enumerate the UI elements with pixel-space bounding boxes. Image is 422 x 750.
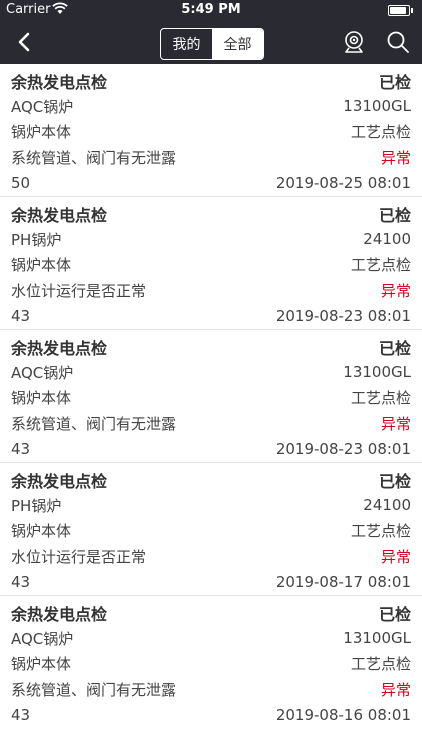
list-item[interactable]: 余热发电点检 已检 PH锅炉 24100 锅炉本体 工艺点检 水位计运行是否正常 异常 …: [0, 197, 422, 330]
record-count: 43: [11, 573, 31, 592]
record-status: 已检: [378, 338, 411, 358]
record-equipment: PH锅炉: [11, 230, 62, 249]
record-item: 系统管道、阀门有无泄露: [11, 149, 177, 168]
record-code: 13100GL: [343, 97, 411, 116]
record-part: 锅炉本体: [11, 256, 72, 275]
tab-all[interactable]: 全部: [212, 29, 263, 59]
battery-icon: [388, 5, 413, 16]
record-item: 水位计运行是否正常: [11, 548, 147, 567]
inspection-list: 余热发电点检 已检 AQC锅炉 13100GL 锅炉本体 工艺点检 系统管道、阀门有无…: [0, 64, 422, 729]
record-code: 24100: [363, 496, 411, 515]
record-result: 异常: [380, 548, 411, 567]
record-status: 已检: [378, 72, 411, 92]
record-status: 已检: [378, 471, 411, 491]
record-type: 工艺点检: [350, 522, 411, 541]
record-datetime: 2019-08-16 08:01: [275, 706, 411, 725]
record-title: 余热发电点检: [11, 338, 108, 358]
record-type: 工艺点检: [350, 123, 411, 142]
record-count: 43: [11, 706, 31, 725]
record-part: 锅炉本体: [11, 123, 72, 142]
record-count: 43: [11, 440, 31, 459]
camera-icon[interactable]: [342, 30, 366, 54]
record-title: 余热发电点检: [11, 205, 108, 225]
record-status: 已检: [378, 604, 411, 624]
record-result: 异常: [380, 415, 411, 434]
record-item: 系统管道、阀门有无泄露: [11, 415, 177, 434]
record-part: 锅炉本体: [11, 655, 72, 674]
record-result: 异常: [380, 149, 411, 168]
list-item[interactable]: 余热发电点检 已检 PH锅炉 24100 锅炉本体 工艺点检 水位计运行是否正常 异常 …: [0, 463, 422, 596]
search-icon[interactable]: [386, 30, 410, 54]
list-item[interactable]: 余热发电点检 已检 AQC锅炉 13100GL 锅炉本体 工艺点检 系统管道、阀门有无…: [0, 64, 422, 197]
record-datetime: 2019-08-17 08:01: [275, 573, 411, 592]
record-type: 工艺点检: [350, 256, 411, 275]
record-item: 水位计运行是否正常: [11, 282, 147, 301]
record-result: 异常: [380, 681, 411, 700]
record-equipment: AQC锅炉: [11, 363, 74, 382]
record-code: 24100: [363, 230, 411, 249]
record-part: 锅炉本体: [11, 522, 72, 541]
record-datetime: 2019-08-23 08:01: [275, 307, 411, 326]
back-button[interactable]: [12, 29, 38, 55]
record-item: 系统管道、阀门有无泄露: [11, 681, 177, 700]
record-count: 50: [11, 174, 31, 193]
filter-segmented-control: 我的 全部: [160, 28, 264, 60]
record-equipment: AQC锅炉: [11, 97, 74, 116]
record-title: 余热发电点检: [11, 471, 108, 491]
record-datetime: 2019-08-25 08:01: [275, 174, 411, 193]
record-equipment: AQC锅炉: [11, 629, 74, 648]
record-count: 43: [11, 307, 31, 326]
record-type: 工艺点检: [350, 655, 411, 674]
record-title: 余热发电点检: [11, 72, 108, 92]
status-time: 5:49 PM: [181, 2, 241, 17]
record-result: 异常: [380, 282, 411, 301]
status-bar: Carrier 5:49 PM: [0, 0, 422, 20]
list-item[interactable]: 余热发电点检 已检 AQC锅炉 13100GL 锅炉本体 工艺点检 系统管道、阀门有无…: [0, 330, 422, 463]
record-part: 锅炉本体: [11, 389, 72, 408]
nav-bar: 我的 全部: [0, 20, 422, 64]
record-equipment: PH锅炉: [11, 496, 62, 515]
record-title: 余热发电点检: [11, 604, 108, 624]
record-datetime: 2019-08-23 08:01: [275, 440, 411, 459]
record-status: 已检: [378, 205, 411, 225]
record-code: 13100GL: [343, 363, 411, 382]
list-item[interactable]: 余热发电点检 已检 AQC锅炉 13100GL 锅炉本体 工艺点检 系统管道、阀门有无…: [0, 596, 422, 729]
tab-mine[interactable]: 我的: [161, 29, 212, 59]
record-type: 工艺点检: [350, 389, 411, 408]
record-code: 13100GL: [343, 629, 411, 648]
